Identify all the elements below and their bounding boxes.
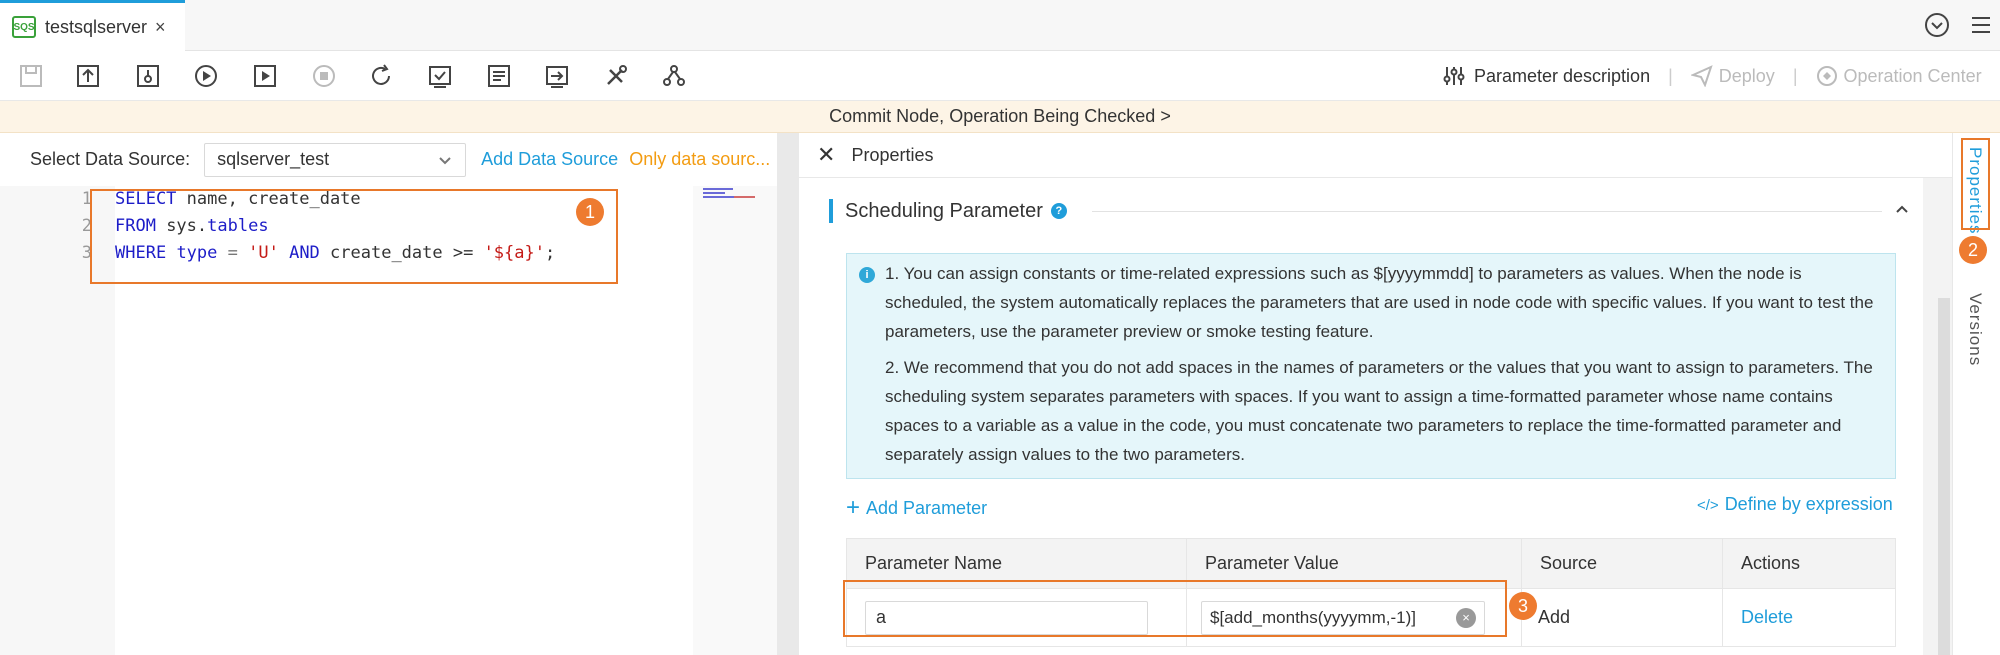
data-source-row: Select Data Source: sqlserver_test Add D…: [0, 133, 777, 186]
submit-icon[interactable]: [74, 62, 102, 90]
properties-header: ✕ Properties: [799, 133, 1952, 178]
chevron-circle-down-icon[interactable]: [1924, 12, 1950, 38]
sqlserver-node-icon: SQS: [12, 16, 36, 38]
editor-tab-bar: SQS testsqlserver ×: [0, 0, 2000, 51]
properties-body: Scheduling Parameter ? i 1. You can assi…: [799, 178, 1952, 655]
sliders-icon: [1443, 67, 1465, 85]
notice-paragraph-1: 1. You can assign constants or time-rela…: [885, 264, 1874, 341]
minimap-line: [703, 192, 725, 194]
section-title-text: Scheduling Parameter: [845, 199, 1043, 222]
menu-icon[interactable]: [1968, 12, 1994, 38]
callout-box-2: [1961, 138, 1990, 230]
check-format-icon[interactable]: [426, 62, 454, 90]
actions-cell: Delete: [1722, 588, 1896, 647]
define-by-expression-link[interactable]: </> Define by expression: [1697, 494, 1893, 515]
chevron-up-icon[interactable]: [1895, 202, 1909, 216]
parameter-description-label: Parameter description: [1474, 65, 1651, 86]
banner-text: Commit Node, Operation Being Checked >: [829, 106, 1171, 126]
code-icon: </>: [1697, 497, 1719, 514]
tab-versions[interactable]: Versions: [1965, 293, 1985, 366]
tab-label: testsqlserver: [45, 16, 148, 37]
steal-lock-icon[interactable]: [134, 62, 162, 90]
line-number: 1: [81, 189, 92, 209]
callout-badge-3: 3: [1509, 592, 1537, 620]
column-header: Source: [1521, 538, 1723, 589]
deploy-label: Deploy: [1718, 65, 1775, 86]
callout-badge-2: 2: [1959, 236, 1987, 264]
data-source-select[interactable]: sqlserver_test: [204, 142, 467, 177]
define-by-expression-label: Define by expression: [1724, 494, 1893, 514]
code-minimap[interactable]: [693, 186, 777, 655]
stop-icon[interactable]: [310, 62, 338, 90]
delete-link[interactable]: Delete: [1741, 607, 1793, 627]
section-divider: [1092, 211, 1882, 212]
help-icon[interactable]: ?: [1050, 203, 1067, 219]
toolbar-divider: |: [1792, 65, 1798, 86]
info-notice: i 1. You can assign constants or time-re…: [846, 253, 1896, 479]
add-parameter-button[interactable]: + Add Parameter: [846, 494, 987, 522]
source-cell: Add: [1521, 588, 1723, 647]
lineage-icon[interactable]: [660, 62, 688, 90]
add-data-source-link[interactable]: Add Data Source: [481, 149, 618, 170]
commit-status-banner[interactable]: Commit Node, Operation Being Checked >: [0, 101, 2000, 133]
run-with-params-icon[interactable]: [251, 62, 279, 90]
code-editor[interactable]: 1 2 3 SELECT name, create_date FROM sys.…: [0, 186, 777, 655]
chevron-down-icon: [439, 156, 451, 164]
data-source-value: sqlserver_test: [217, 149, 330, 169]
line-number: 3: [81, 243, 92, 263]
format-code-icon[interactable]: [485, 62, 513, 90]
minimap-line: [703, 188, 733, 190]
section-title: Scheduling Parameter ?: [829, 198, 1067, 224]
callout-box-3: [843, 580, 1507, 637]
right-side-tabs: Properties 2 Versions: [1952, 133, 2000, 655]
toolbar-divider: |: [1668, 65, 1673, 86]
deploy-button[interactable]: Deploy: [1690, 65, 1775, 87]
operation-center-icon: [1816, 66, 1837, 86]
operation-center-button[interactable]: Operation Center: [1816, 65, 1982, 87]
reload-icon[interactable]: [367, 62, 395, 90]
plus-icon: +: [846, 494, 861, 521]
callout-badge-1: 1: [576, 198, 604, 226]
callout-box-1: [90, 189, 618, 284]
data-source-warning: Only data sourc...: [629, 149, 771, 169]
properties-title: Properties: [851, 144, 934, 165]
save-icon[interactable]: [17, 62, 45, 90]
scrollbar[interactable]: [1938, 298, 1950, 655]
operation-center-label: Operation Center: [1843, 65, 1982, 86]
run-icon[interactable]: [192, 62, 220, 90]
column-header: Actions: [1722, 538, 1896, 589]
notice-paragraph-2: 2. We recommend that you do not add spac…: [885, 358, 1873, 464]
minimap-line: [703, 196, 755, 198]
parameter-description-button[interactable]: Parameter description: [1442, 64, 1650, 88]
toolbar: Parameter description | Deploy | Operati…: [0, 51, 2000, 101]
section-accent-bar: [829, 199, 833, 223]
export-icon[interactable]: [543, 62, 571, 90]
tab-close-icon[interactable]: ×: [155, 17, 166, 38]
tools-icon[interactable]: [602, 62, 630, 90]
scheduling-parameter-card: Scheduling Parameter ? i 1. You can assi…: [799, 178, 1923, 655]
add-parameter-label: Add Parameter: [866, 497, 988, 518]
data-source-label: Select Data Source:: [30, 149, 191, 169]
line-number: 2: [81, 216, 92, 236]
tab-testsqlserver[interactable]: SQS testsqlserver ×: [0, 0, 185, 51]
pane-splitter[interactable]: [777, 133, 799, 655]
close-icon[interactable]: ✕: [817, 142, 835, 168]
info-icon: i: [859, 267, 875, 283]
paper-plane-icon: [1690, 65, 1713, 87]
